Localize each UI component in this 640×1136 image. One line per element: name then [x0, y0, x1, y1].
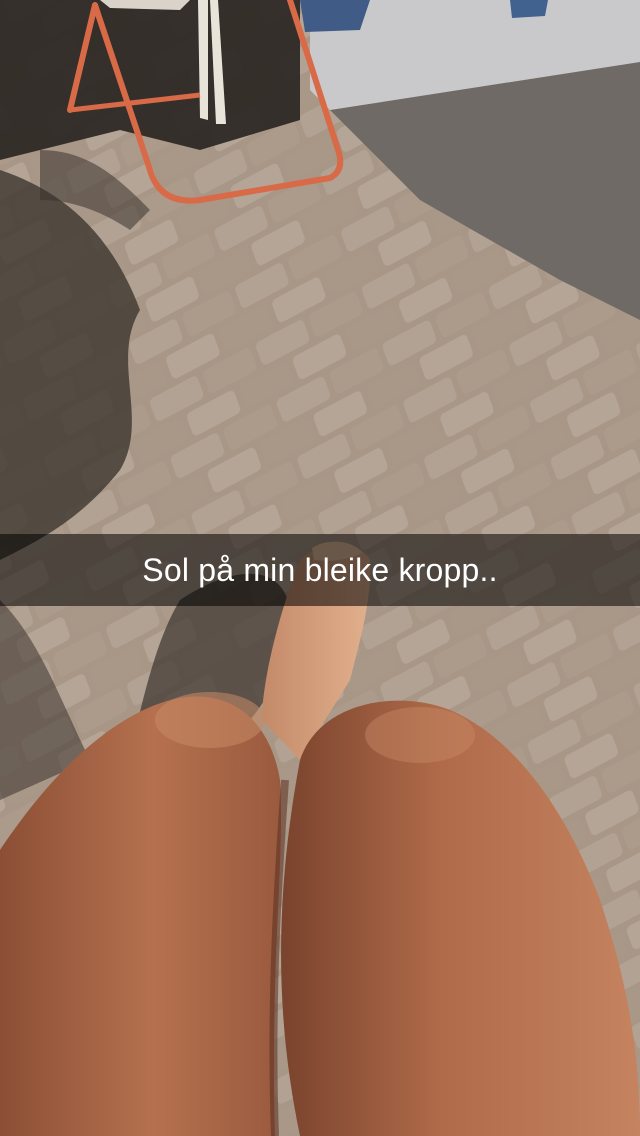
caption-bar: Sol på min bleike kropp.. [0, 534, 640, 606]
caption-text: Sol på min bleike kropp.. [142, 552, 498, 588]
snap-screen: Sol på min bleike kropp.. [0, 0, 640, 1136]
